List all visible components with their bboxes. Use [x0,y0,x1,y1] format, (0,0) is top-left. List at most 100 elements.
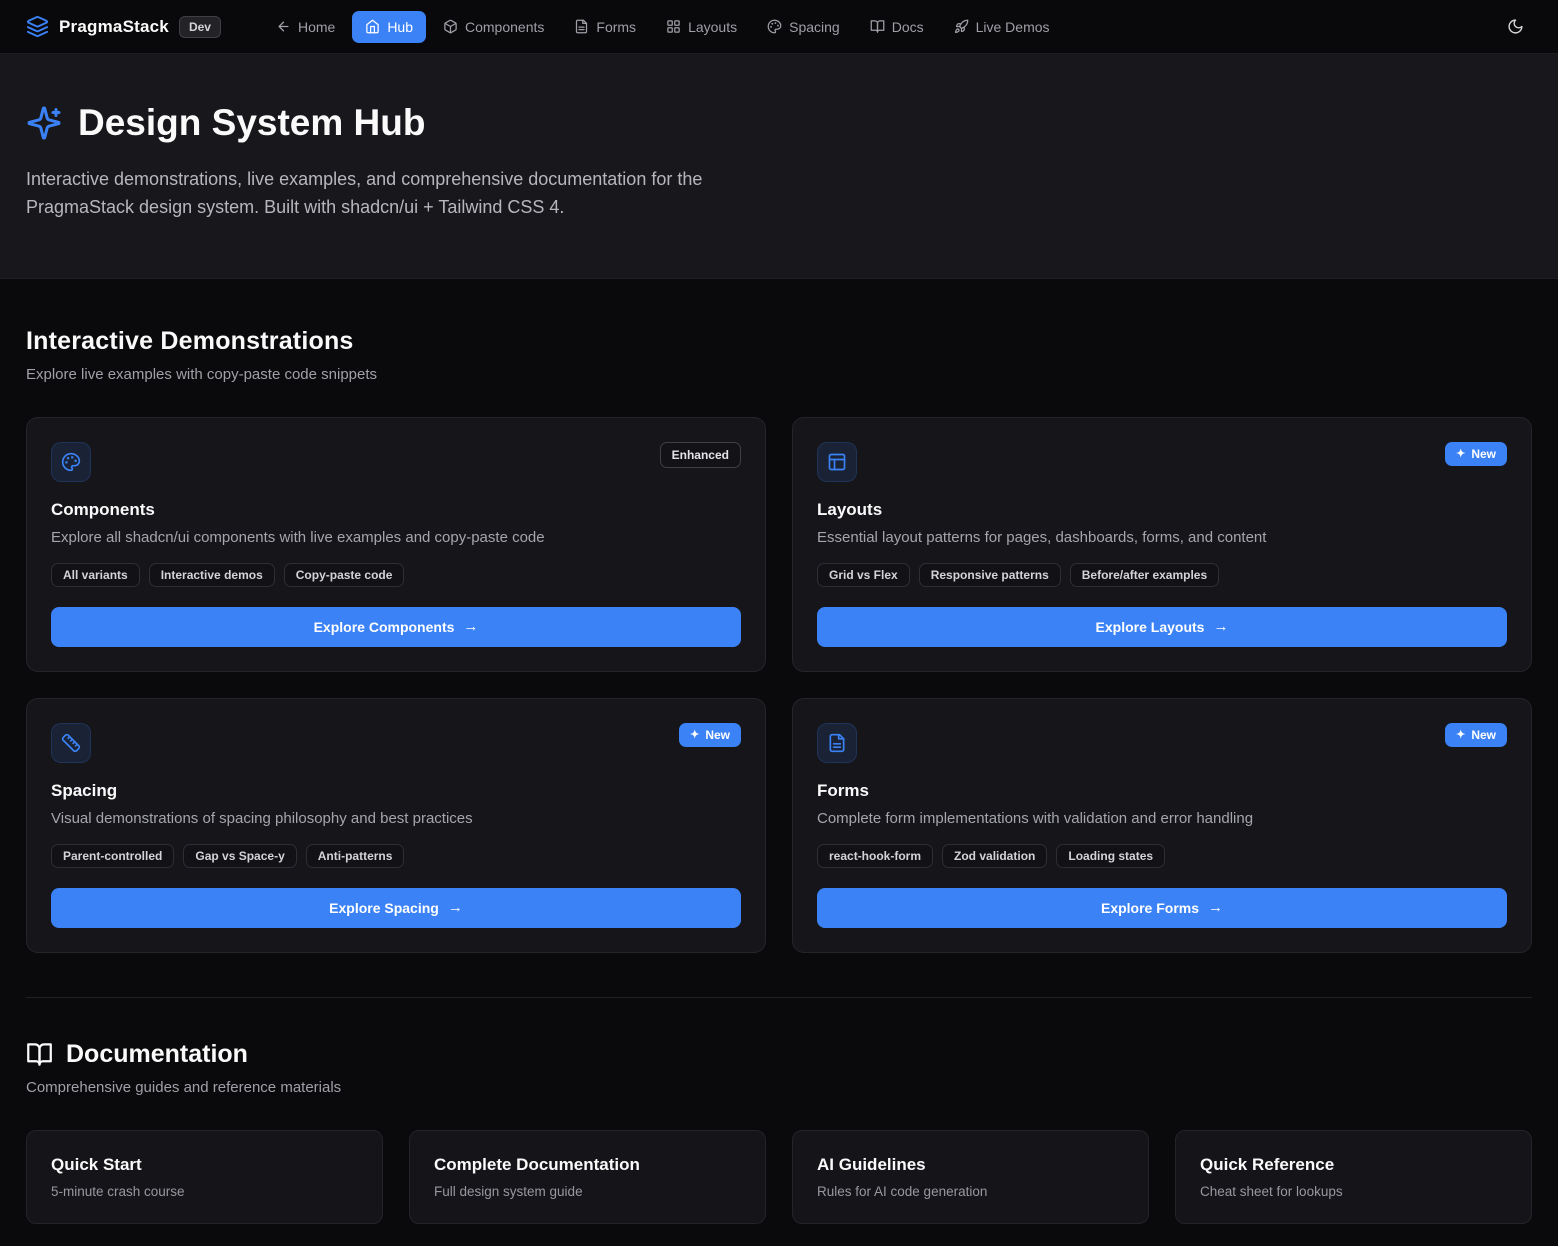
box-icon [443,19,458,34]
nav-item-label: Components [465,19,544,35]
card-description: Visual demonstrations of spacing philoso… [51,810,741,827]
doc-card-description: 5-minute crash course [51,1184,358,1199]
arrow-right-icon: → [1208,899,1223,916]
sparkles-icon: ✦ [690,728,699,741]
nav-item-layouts[interactable]: Layouts [653,11,750,43]
book-open-icon [26,1041,53,1068]
tag-list: Parent-controlled Gap vs Space-y Anti-pa… [51,844,741,868]
book-open-icon [870,19,885,34]
card-description: Essential layout patterns for pages, das… [817,529,1507,546]
page-title: Design System Hub [26,102,1532,144]
tag: Zod validation [942,844,1047,868]
nav-item-label: Spacing [789,19,840,35]
tag-list: Grid vs Flex Responsive patterns Before/… [817,563,1507,587]
theme-toggle-button[interactable] [1499,10,1532,43]
doc-card-complete-documentation[interactable]: Complete Documentation Full design syste… [409,1130,766,1224]
card-title: Spacing [51,781,741,801]
doc-card-quick-reference[interactable]: Quick Reference Cheat sheet for lookups [1175,1130,1532,1224]
home-icon [365,19,380,34]
layout-grid-icon [666,19,681,34]
explore-forms-button[interactable]: Explore Forms → [817,888,1507,928]
doc-card-ai-guidelines[interactable]: AI Guidelines Rules for AI code generati… [792,1130,1149,1224]
hero: Design System Hub Interactive demonstrat… [0,54,1558,279]
brand[interactable]: PragmaStack Dev [26,15,221,38]
nav-item-forms[interactable]: Forms [561,11,649,43]
navbar: PragmaStack Dev Home Hub Components Fo [0,0,1558,54]
new-badge: ✦ New [1445,442,1507,466]
doc-card-description: Rules for AI code generation [817,1184,1124,1199]
card-title: Layouts [817,500,1507,520]
new-badge: ✦ New [1445,723,1507,747]
tag: Copy-paste code [284,563,405,587]
button-label: Explore Layouts [1096,619,1205,635]
tag: Responsive patterns [919,563,1061,587]
tag: react-hook-form [817,844,933,868]
status-badge: Enhanced [660,442,741,468]
button-label: Explore Components [314,619,455,635]
page-title-text: Design System Hub [78,102,425,144]
demos-heading: Interactive Demonstrations [26,327,1532,356]
layers-logo-icon [26,15,49,38]
nav-item-label: Hub [387,19,413,35]
palette-icon [51,442,91,482]
card-title: Forms [817,781,1507,801]
section-divider [26,997,1532,998]
badge-label: New [1471,728,1496,742]
file-text-icon [817,723,857,763]
badge-label: New [1471,447,1496,461]
arrow-right-icon: → [1213,618,1228,635]
explore-components-button[interactable]: Explore Components → [51,607,741,647]
nav-item-spacing[interactable]: Spacing [754,11,853,43]
tag: Grid vs Flex [817,563,910,587]
nav-item-live-demos[interactable]: Live Demos [941,11,1063,43]
rocket-icon [954,19,969,34]
palette-icon [767,19,782,34]
nav-item-home[interactable]: Home [263,11,348,43]
tag-list: All variants Interactive demos Copy-past… [51,563,741,587]
doc-card-quick-start[interactable]: Quick Start 5-minute crash course [26,1130,383,1224]
nav-item-hub[interactable]: Hub [352,11,426,43]
tag: Loading states [1056,844,1165,868]
card-title: Components [51,500,741,520]
nav-item-label: Docs [892,19,924,35]
nav-item-label: Forms [596,19,636,35]
demo-card-components: Enhanced Components Explore all shadcn/u… [26,417,766,672]
tag: All variants [51,563,140,587]
page-subtitle: Interactive demonstrations, live example… [26,166,781,222]
button-label: Explore Forms [1101,900,1199,916]
explore-spacing-button[interactable]: Explore Spacing → [51,888,741,928]
explore-layouts-button[interactable]: Explore Layouts → [817,607,1507,647]
doc-card-title: Complete Documentation [434,1155,741,1175]
docs-heading: Documentation [26,1040,1532,1069]
card-description: Explore all shadcn/ui components with li… [51,529,741,546]
moon-icon [1507,18,1524,35]
docs-subheading: Comprehensive guides and reference mater… [26,1079,1532,1096]
nav-item-label: Layouts [688,19,737,35]
file-text-icon [574,19,589,34]
card-description: Complete form implementations with valid… [817,810,1507,827]
doc-card-description: Full design system guide [434,1184,741,1199]
demos-subheading: Explore live examples with copy-paste co… [26,366,1532,383]
nav-item-label: Home [298,19,335,35]
main-nav: Home Hub Components Forms Layouts [263,11,1063,43]
new-badge: ✦ New [679,723,741,747]
tag: Gap vs Space-y [183,844,296,868]
ruler-icon [51,723,91,763]
demo-card-forms: ✦ New Forms Complete form implementation… [792,698,1532,953]
docs-card-grid: Quick Start 5-minute crash course Comple… [26,1130,1532,1224]
tag-list: react-hook-form Zod validation Loading s… [817,844,1507,868]
nav-item-docs[interactable]: Docs [857,11,937,43]
doc-card-title: AI Guidelines [817,1155,1124,1175]
sparkles-icon [26,105,62,141]
doc-card-title: Quick Reference [1200,1155,1507,1175]
nav-item-label: Live Demos [976,19,1050,35]
demo-card-grid: Enhanced Components Explore all shadcn/u… [26,417,1532,953]
arrow-right-icon: → [463,618,478,635]
tag: Interactive demos [149,563,275,587]
env-badge: Dev [179,16,221,38]
button-label: Explore Spacing [329,900,439,916]
tag: Parent-controlled [51,844,174,868]
nav-item-components[interactable]: Components [430,11,557,43]
demo-card-spacing: ✦ New Spacing Visual demonstrations of s… [26,698,766,953]
arrow-right-icon: → [448,899,463,916]
